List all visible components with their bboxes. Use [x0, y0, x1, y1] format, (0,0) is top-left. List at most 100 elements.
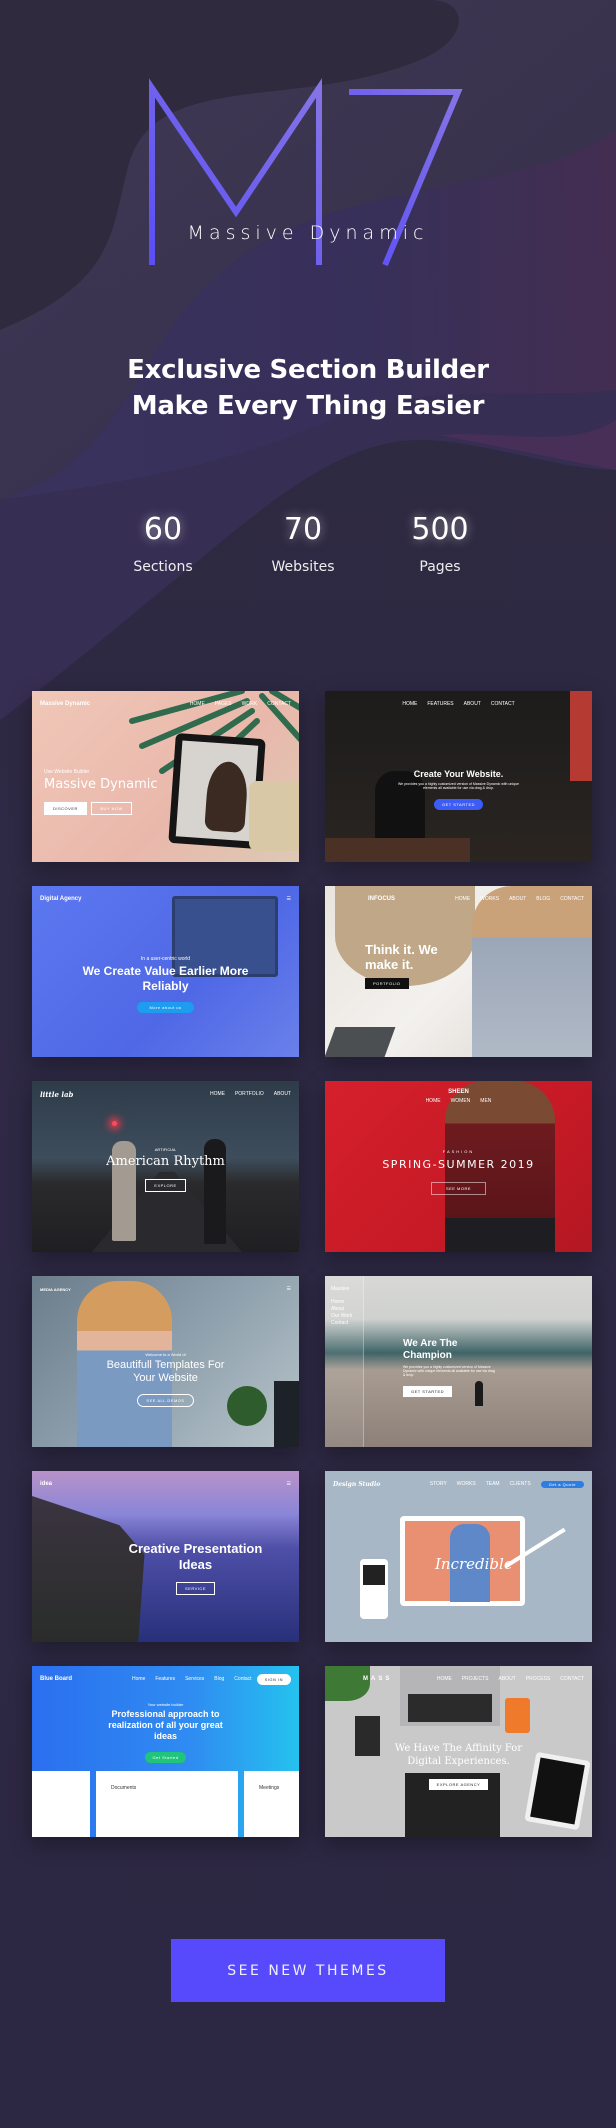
thumbnail-button: PORTFOLIO — [365, 978, 409, 989]
thumbnail-nav: INFOCUS HOME WORKS ABOUT BLOG CONTACT — [333, 894, 584, 904]
thumbnail-subtitle: Your website builder — [147, 1702, 184, 1707]
see-new-themes-button[interactable]: SEE NEW THEMES — [171, 1939, 445, 2002]
thumbnail-button: SIGN IN — [256, 1673, 291, 1685]
thumbnail-button: GET STARTED — [433, 799, 484, 810]
theme-thumbnail-mass-agency[interactable]: MASS HOME PROJECTS ABOUT PROCESS CONTACT… — [325, 1666, 592, 1837]
nav-link: Contact — [331, 1320, 349, 1326]
laptop-graphic — [325, 1027, 396, 1057]
thumbnail-title: Beautifull Templates For Your Website — [106, 1359, 225, 1384]
thumbnail-hero-text: In a user-centric world We Create Value … — [32, 956, 299, 1014]
thumbnail-logo: Design Studio — [333, 1480, 381, 1488]
thumbnail-button: EXPLORE AGENCY — [428, 1779, 489, 1790]
theme-thumbnail-create-website[interactable]: HOME FEATURES ABOUT CONTACT Create Your … — [325, 691, 592, 862]
theme-thumbnail-creative-presentation[interactable]: idea ☰ Creative Presentation Ideas SERVI… — [32, 1471, 299, 1642]
theme-thumbnail-think-it[interactable]: INFOCUS HOME WORKS ABOUT BLOG CONTACT Th… — [325, 886, 592, 1057]
thumbnail-title: American Rhythm — [106, 1154, 225, 1169]
nav-link: HOME — [436, 1676, 452, 1682]
thumbnail-hero-text: ARTIFICIAL American Rhythm EXPLORE — [32, 1147, 299, 1192]
theme-thumbnail-massive-dynamic[interactable]: Massive Dynamic HOME PAGES WORK CONTACT … — [32, 691, 299, 862]
thumbnail-title: We Are The Champion — [403, 1338, 458, 1361]
nav-link: PAGES — [214, 701, 232, 707]
nav-link: CONTACT — [560, 1676, 584, 1682]
thumbnail-logo: Digital Agency — [40, 896, 82, 902]
thumbnail-nav: SHEEN HOME WOMEN MEN — [333, 1089, 584, 1104]
nav-link: ABOUT — [498, 1676, 516, 1682]
theme-thumbnail-spring-summer[interactable]: SHEEN HOME WOMEN MEN FASHION SPRING-SUMM… — [325, 1081, 592, 1252]
thumbnail-title: Incredible — [435, 1555, 513, 1573]
headline-line-2: Make Every Thing Easier — [131, 391, 485, 421]
nav-link: ABOUT — [273, 1091, 291, 1097]
thumbnail-nav: Design Studio STORY WORKS TEAM CLIENTS G… — [333, 1479, 584, 1489]
desk-graphic — [325, 838, 470, 862]
nav-link: WORKS — [480, 896, 500, 902]
thumbnail-logo: Blue Board — [40, 1676, 73, 1682]
nav-link: PORTFOLIO — [234, 1091, 264, 1097]
thumbnail-logo: MEDIA AGENCY — [40, 1286, 71, 1292]
menu-icon: ☰ — [286, 896, 291, 902]
thumbnail-hero-text: Think it. We make it. PORTFOLIO — [365, 942, 455, 990]
thumbnail-button: SEE ALL DEMOS — [137, 1394, 194, 1407]
phone-graphic — [360, 1559, 388, 1619]
theme-thumbnail-beautifull-templates[interactable]: MEDIA AGENCY ☰ Welcome to a World of Bea… — [32, 1276, 299, 1447]
thumbnail-hero-text: Your website builder Professional approa… — [32, 1702, 299, 1764]
thumbnail-nav-links: HOME WORKS ABOUT BLOG CONTACT — [455, 896, 584, 902]
stat-value: 70 — [283, 512, 323, 547]
theme-thumbnail-design-studio[interactable]: Design Studio STORY WORKS TEAM CLIENTS G… — [325, 1471, 592, 1642]
nav-link: HOME — [189, 701, 205, 707]
thumbnail-subtitle: We provides you a highly customized vers… — [403, 1365, 495, 1377]
thumbnail-logo: Massive — [331, 1286, 350, 1292]
nav-link: CONTACT — [490, 701, 515, 707]
theme-thumbnail-american-rhythm[interactable]: little lab HOME PORTFOLIO ABOUT ARTIFICI… — [32, 1081, 299, 1252]
nav-link: Blog — [214, 1676, 225, 1682]
flare-graphic — [112, 1121, 117, 1126]
thumbnail-nav: idea ☰ — [40, 1479, 291, 1489]
thumbnail-side-nav: Massive Home About Our Work Contact — [331, 1286, 352, 1327]
thumbnail-hero-text: Welcome to a World of Beautifull Templat… — [32, 1352, 299, 1407]
thumbnail-title: Massive Dynamic — [44, 777, 158, 792]
nav-link: HOME — [425, 1098, 441, 1104]
thumbnail-nav: MEDIA AGENCY ☰ — [40, 1284, 291, 1294]
thumbnail-button: GET STARTED — [403, 1386, 453, 1397]
stat-value: 500 — [411, 512, 469, 547]
thumbnail-subtitle: FASHION — [442, 1149, 475, 1154]
thumbnail-nav-links: HOME FEATURES ABOUT CONTACT — [402, 701, 514, 707]
panel-title: Meetings — [259, 1785, 280, 1791]
stat-websites: 70 Websites — [233, 510, 373, 575]
nav-link: Features — [155, 1676, 176, 1682]
nav-link: CONTACT — [560, 896, 584, 902]
theme-thumbnail-we-are-the-champion[interactable]: Massive Home About Our Work Contact We A… — [325, 1276, 592, 1447]
stat-label: Pages — [419, 559, 461, 575]
thumbnail-subtitle: Use Website Builder — [44, 769, 90, 775]
thumbnail-nav: little lab HOME PORTFOLIO ABOUT — [40, 1089, 291, 1099]
nav-link: HOME — [455, 896, 471, 902]
thumbnail-hero-text: We Have The Affinity For Digital Experie… — [325, 1742, 592, 1791]
thumbnail-hero-text: Creative Presentation Ideas SERVICE — [92, 1541, 299, 1595]
thumbnail-button: BUY NOW — [91, 802, 132, 815]
thumbnail-nav-links: HOME PROJECTS ABOUT PROCESS CONTACT — [437, 1676, 584, 1682]
nav-link: PROCESS — [525, 1676, 551, 1682]
menu-icon: ☰ — [286, 1286, 291, 1292]
theme-thumbnail-digital-agency[interactable]: Digital Agency ☰ In a user-centric world… — [32, 886, 299, 1057]
nav-link: PROJECTS — [461, 1676, 489, 1682]
thumbnail-logo: MASS — [363, 1676, 393, 1682]
thumbnail-hero-text: Use Website Builder Massive Dynamic DISC… — [44, 769, 158, 815]
nav-link: CLIENTS — [509, 1480, 531, 1487]
thumbnail-logo: little lab — [40, 1089, 74, 1099]
thumbnail-nav-links: STORY WORKS TEAM CLIENTS Get a Quote — [430, 1480, 584, 1488]
thumbnail-button: EXPLORE — [145, 1179, 186, 1192]
thumbnail-nav: Blue Board Home Features Services Blog C… — [40, 1673, 291, 1685]
page-headline: Exclusive Section Builder Make Every Thi… — [0, 352, 616, 424]
thumbnail-title: We Create Value Earlier More Reliably — [82, 964, 249, 993]
menu-icon: ☰ — [286, 1481, 291, 1487]
thumbnail-title: Creative Presentation Ideas — [128, 1541, 263, 1572]
theme-thumbnail-blue-board[interactable]: Documents Meetings Blue Board Home Featu… — [32, 1666, 299, 1837]
thumbnail-hero-text: We Are The Champion We provides you a hi… — [403, 1338, 498, 1398]
m7-logo-mark — [149, 78, 463, 267]
thumbnail-title: Create Your Website. — [413, 769, 504, 779]
nav-link: Home — [132, 1676, 146, 1682]
nav-link: TEAM — [485, 1480, 500, 1487]
thumbnail-button: Get Started — [144, 1752, 187, 1763]
nav-link: Home — [331, 1299, 345, 1305]
stat-label: Sections — [133, 559, 193, 575]
nav-link: About — [331, 1306, 345, 1312]
